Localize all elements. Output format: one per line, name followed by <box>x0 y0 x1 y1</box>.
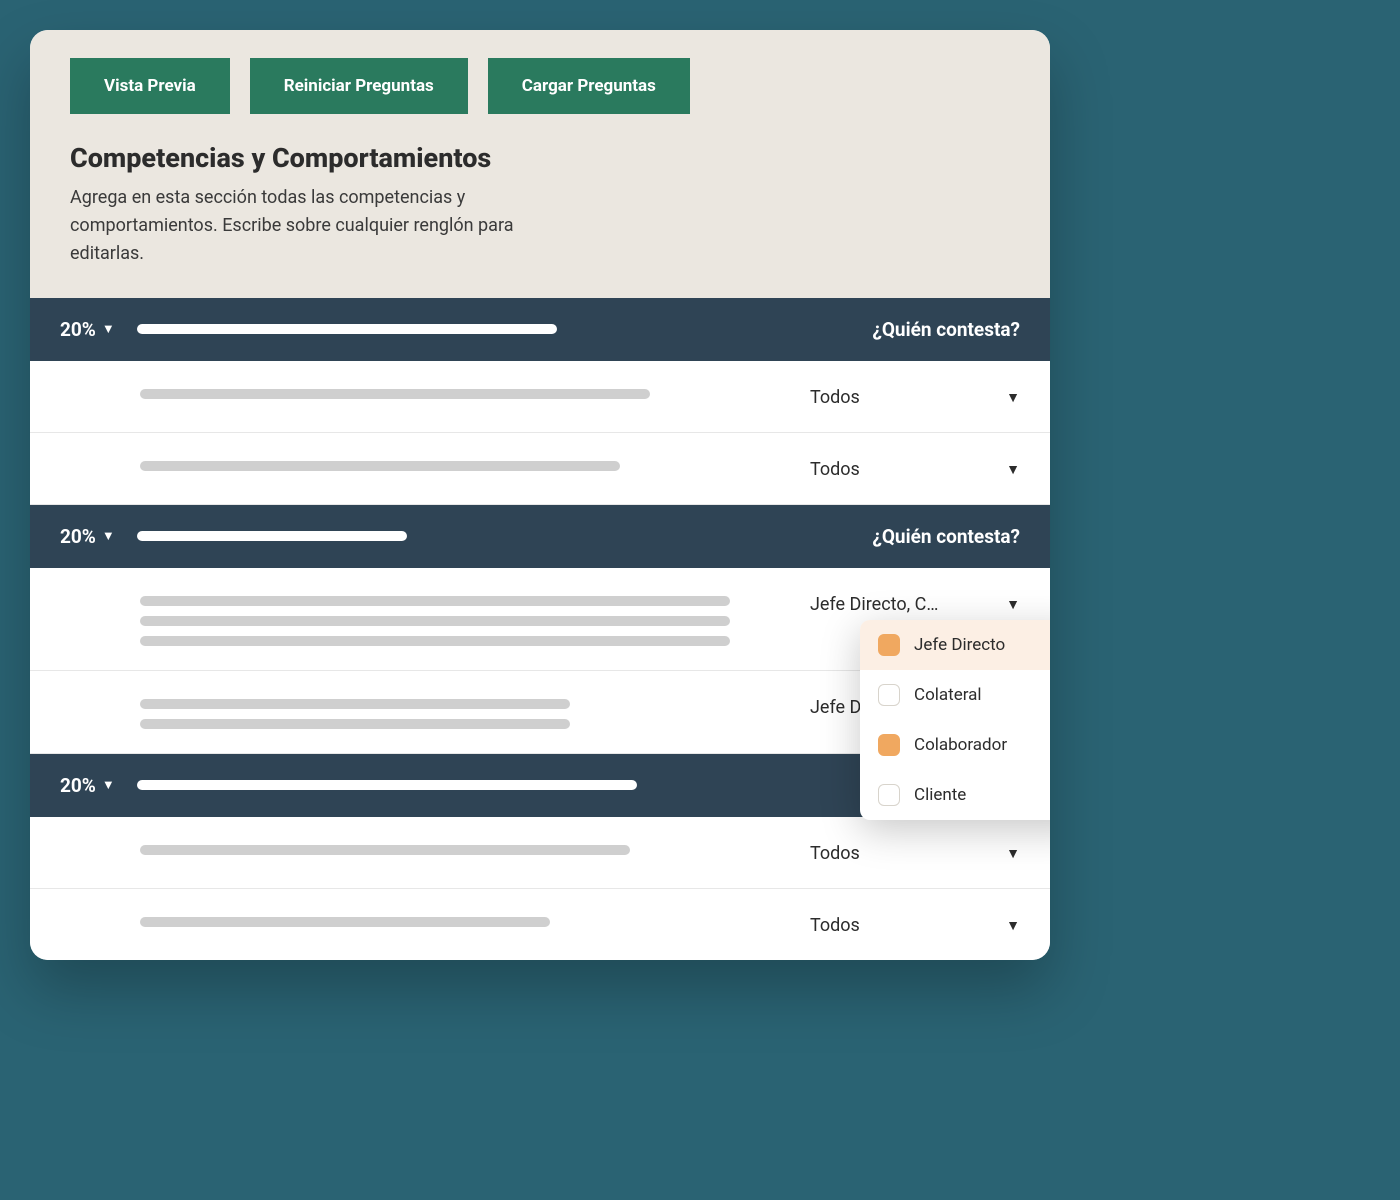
question-text-placeholder[interactable] <box>140 841 780 855</box>
option-label: Colateral <box>914 685 982 705</box>
question-row: Todos ▼ <box>30 433 1050 505</box>
checkbox-icon <box>878 634 900 656</box>
respondent-dropdown[interactable]: Jefe Directo, C… ▼ <box>810 592 1020 615</box>
respondent-value: Jefe Directo, C… <box>810 594 938 615</box>
question-row: Todos ▼ <box>30 817 1050 889</box>
chevron-down-icon: ▼ <box>102 777 115 793</box>
weight-dropdown[interactable]: 20% ▼ <box>60 318 115 341</box>
question-row: Todos ▼ <box>30 889 1050 960</box>
question-text-placeholder[interactable] <box>140 385 780 399</box>
chevron-down-icon: ▼ <box>1006 461 1020 478</box>
respondent-options-popup: Jefe Directo Colateral Colaborador Clien… <box>860 620 1050 820</box>
chevron-down-icon: ▼ <box>1006 917 1020 934</box>
respondent-option[interactable]: Jefe Directo <box>860 620 1050 670</box>
toolbar: Vista Previa Reiniciar Preguntas Cargar … <box>70 58 1010 114</box>
respondent-option[interactable]: Colateral <box>860 670 1050 720</box>
main-card: Vista Previa Reiniciar Preguntas Cargar … <box>30 30 1050 960</box>
option-label: Colaborador <box>914 735 1007 755</box>
respondent-value: Todos <box>810 459 860 480</box>
question-text-placeholder[interactable] <box>140 913 780 927</box>
who-answers-label: ¿Quién contesta? <box>872 525 1020 548</box>
competency-title-placeholder[interactable] <box>137 324 557 334</box>
respondent-option[interactable]: Colaborador <box>860 720 1050 770</box>
reset-questions-button[interactable]: Reiniciar Preguntas <box>250 58 468 114</box>
respondent-dropdown[interactable]: Todos ▼ <box>810 913 1020 936</box>
respondent-dropdown[interactable]: Todos ▼ <box>810 385 1020 408</box>
chevron-down-icon: ▼ <box>1006 845 1020 862</box>
respondent-value: Todos <box>810 387 860 408</box>
question-text-placeholder[interactable] <box>140 457 780 471</box>
section-title: Competencias y Comportamientos <box>70 142 1010 174</box>
respondent-dropdown[interactable]: Todos ▼ <box>810 841 1020 864</box>
option-label: Cliente <box>914 785 966 805</box>
header-area: Vista Previa Reiniciar Preguntas Cargar … <box>30 30 1050 298</box>
question-text-placeholder[interactable] <box>140 592 780 646</box>
question-row: Todos ▼ <box>30 361 1050 433</box>
weight-dropdown[interactable]: 20% ▼ <box>60 525 115 548</box>
competency-title-placeholder[interactable] <box>137 531 407 541</box>
competency-group-header: 20% ▼ ¿Quién contesta? <box>30 505 1050 568</box>
weight-value: 20% <box>60 525 96 548</box>
respondent-dropdown[interactable]: Todos ▼ <box>810 457 1020 480</box>
weight-dropdown[interactable]: 20% ▼ <box>60 774 115 797</box>
option-label: Jefe Directo <box>914 635 1005 655</box>
chevron-down-icon: ▼ <box>102 528 115 544</box>
load-questions-button[interactable]: Cargar Preguntas <box>488 58 690 114</box>
chevron-down-icon: ▼ <box>102 321 115 337</box>
preview-button[interactable]: Vista Previa <box>70 58 230 114</box>
respondent-value: Todos <box>810 843 860 864</box>
checkbox-icon <box>878 784 900 806</box>
respondent-option[interactable]: Cliente <box>860 770 1050 820</box>
checkbox-icon <box>878 734 900 756</box>
competency-title-placeholder[interactable] <box>137 780 637 790</box>
checkbox-icon <box>878 684 900 706</box>
weight-value: 20% <box>60 774 96 797</box>
who-answers-label: ¿Quién contesta? <box>872 318 1020 341</box>
weight-value: 20% <box>60 318 96 341</box>
question-text-placeholder[interactable] <box>140 695 780 729</box>
competency-group-header: 20% ▼ ¿Quién contesta? <box>30 298 1050 361</box>
chevron-down-icon: ▼ <box>1006 389 1020 406</box>
section-description: Agrega en esta sección todas las compete… <box>70 184 580 268</box>
chevron-down-icon: ▼ <box>1006 596 1020 613</box>
respondent-value: Todos <box>810 915 860 936</box>
